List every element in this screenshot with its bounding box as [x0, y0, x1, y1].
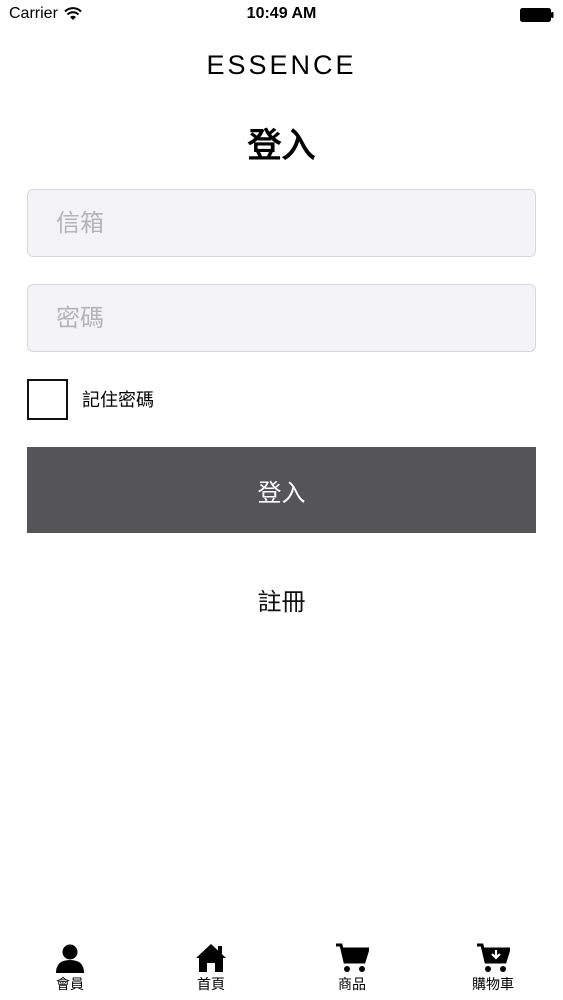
person-icon	[56, 944, 84, 973]
cart-download-icon	[477, 943, 510, 972]
tab-home-label: 首頁	[197, 977, 225, 993]
email-field[interactable]	[27, 189, 536, 257]
tab-member[interactable]: 會員	[30, 940, 110, 1000]
tab-home[interactable]: 首頁	[171, 940, 251, 1000]
status-bar: Carrier 10:49 AM	[0, 0, 563, 30]
remember-password[interactable]: 記住密碼	[27, 378, 154, 420]
tab-member-label: 會員	[56, 977, 84, 993]
battery-icon	[520, 8, 554, 22]
tab-products[interactable]: 商品	[312, 940, 392, 1000]
login-button[interactable]: 登入	[27, 447, 536, 533]
cart-icon	[336, 943, 369, 972]
remember-checkbox[interactable]	[27, 378, 68, 420]
tab-bar: 會員 首頁 商品 購物車	[0, 940, 563, 1000]
login-screen: Carrier 10:49 AM ESSENCE 登入 記住密碼 登入 註冊 會…	[0, 0, 563, 1000]
password-field[interactable]	[27, 284, 536, 352]
brand-logo: ESSENCE	[206, 50, 357, 80]
register-link[interactable]: 註冊	[0, 582, 563, 617]
tab-cart-label: 購物車	[472, 977, 514, 993]
home-icon	[196, 944, 226, 972]
tab-cart[interactable]: 購物車	[453, 940, 533, 1000]
remember-label: 記住密碼	[82, 390, 154, 411]
page-title: 登入	[247, 126, 316, 166]
tab-products-label: 商品	[338, 977, 366, 993]
status-time: 10:49 AM	[246, 5, 317, 22]
